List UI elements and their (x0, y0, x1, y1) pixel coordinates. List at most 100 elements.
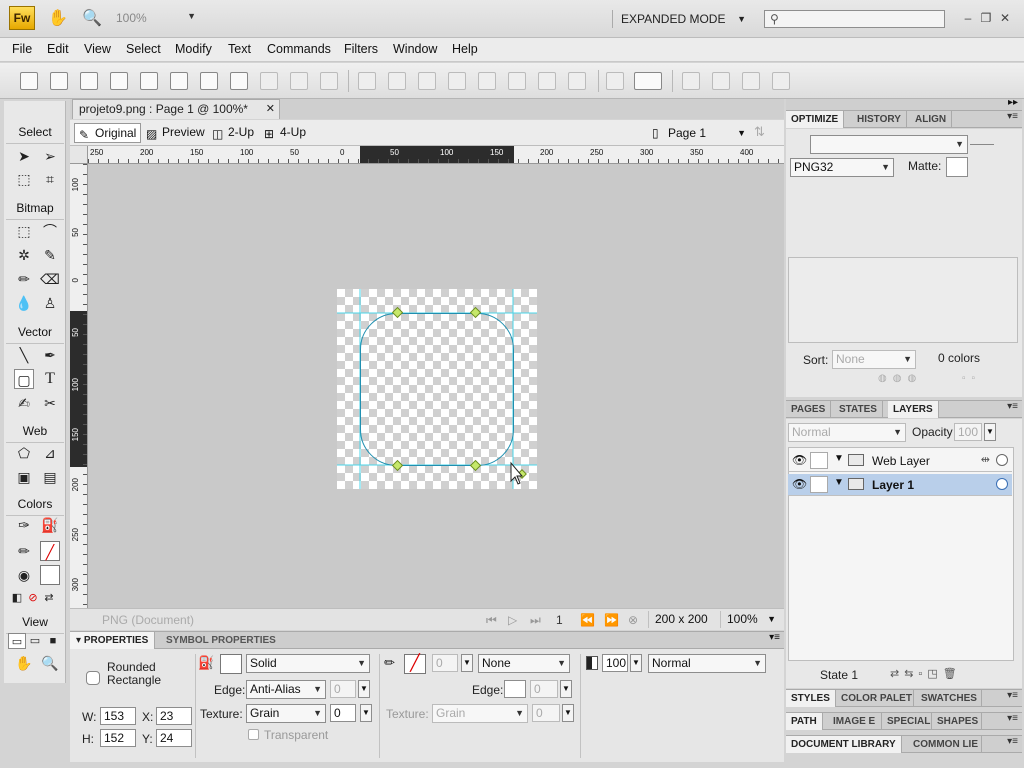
next-frame-icon[interactable]: ⏩ (604, 613, 619, 627)
layer-selector-dot[interactable] (996, 478, 1008, 490)
layer-row[interactable]: 👁 ▼ Layer 1 (788, 474, 1012, 496)
transparent-checkbox[interactable] (248, 729, 259, 740)
swap-colors-icon[interactable]: ⇄ (42, 588, 56, 608)
panel-menu-icon[interactable]: ▾≡ (769, 632, 780, 643)
texture-select[interactable]: Grain ▼ (246, 704, 326, 723)
tab-swatches[interactable]: SWATCHES (916, 690, 982, 707)
document-size[interactable]: 200 x 200 (648, 611, 714, 628)
page-select[interactable]: ▯ Page 1 ▼ (648, 123, 748, 143)
hand-tool-icon[interactable]: ✋ (14, 653, 34, 673)
layer-blend-select[interactable]: Normal ▼ (788, 423, 906, 442)
texture-amount-input[interactable]: 0 (330, 704, 356, 722)
pointer-tool-icon[interactable]: ➤ (14, 146, 34, 166)
tab-image-editing[interactable]: IMAGE E (828, 713, 882, 730)
color-table-tools-icon[interactable]: ◍◍◍ (878, 373, 922, 384)
brush-tool-icon[interactable]: ✎ (40, 245, 60, 265)
fill-type-select[interactable]: Solid ▼ (246, 654, 370, 673)
rotate-cw-icon[interactable] (712, 72, 730, 90)
view-preview-button[interactable]: ▨ Preview (142, 123, 209, 143)
eye-icon[interactable]: 👁 (792, 453, 807, 467)
slice-tool-icon[interactable]: ⊿ (40, 443, 60, 463)
color-table-actions-icon[interactable]: ▫▫ (962, 373, 981, 384)
tab-common-library[interactable]: COMMON LIE (908, 736, 982, 753)
stroke-edge-spinner[interactable]: ▼ (560, 680, 572, 698)
eraser-tool-icon[interactable]: ⌫ (40, 269, 60, 289)
save-icon[interactable] (50, 72, 68, 90)
tab-properties[interactable]: ▾ PROPERTIES (70, 632, 156, 649)
paste-icon[interactable] (320, 72, 338, 90)
layer-selector-dot[interactable] (996, 454, 1008, 466)
crop-tool-icon[interactable]: ⌗ (40, 169, 60, 189)
minimize-button[interactable]: – (960, 10, 976, 26)
full-screen-icon[interactable]: ■ (44, 633, 62, 649)
matte-color-swatch[interactable] (946, 157, 968, 177)
group-icon[interactable] (358, 72, 376, 90)
join-icon[interactable] (418, 72, 436, 90)
tab-symbol-properties[interactable]: SYMBOL PROPERTIES (160, 632, 282, 649)
tab-optimize[interactable]: OPTIMIZE (786, 111, 845, 128)
tab-layers[interactable]: LAYERS (888, 401, 939, 418)
bring-forward-icon[interactable] (508, 72, 526, 90)
opacity-spinner[interactable]: ▼ (630, 654, 642, 672)
distribute-icon[interactable] (606, 72, 624, 90)
stroke-type-select[interactable]: None ▼ (478, 654, 570, 673)
page-tools-icon[interactable]: ⇅ (754, 124, 765, 140)
opacity-input[interactable]: 100 (602, 654, 628, 672)
tab-color-palette[interactable]: COLOR PALET (836, 690, 914, 707)
x-input[interactable]: 23 (156, 707, 192, 725)
paint-bucket-tool-icon[interactable]: ⛽ (40, 515, 60, 535)
cut-icon[interactable] (260, 72, 278, 90)
magic-wand-tool-icon[interactable]: ✲ (14, 245, 34, 265)
copy-icon[interactable] (290, 72, 308, 90)
view-original-button[interactable]: ✎ Original (74, 123, 142, 143)
sort-select[interactable]: None ▼ (832, 350, 916, 369)
eye-icon[interactable]: 👁 (792, 477, 807, 491)
stroke-size-input[interactable]: 0 (432, 654, 458, 672)
fill-color-swatch[interactable] (40, 565, 60, 585)
width-input[interactable]: 153 (100, 707, 136, 725)
stroke-texture-select[interactable]: Grain ▼ (432, 704, 528, 723)
tab-pages[interactable]: PAGES (786, 401, 832, 418)
line-tool-icon[interactable]: ╲ (14, 345, 34, 365)
rubber-stamp-tool-icon[interactable]: ♙ (40, 293, 60, 313)
edge-select[interactable]: Anti-Alias ▼ (246, 680, 326, 699)
marquee-tool-icon[interactable]: ⬚ (14, 221, 34, 241)
flip-vertical-icon[interactable] (772, 72, 790, 90)
menu-view[interactable]: View (84, 42, 111, 56)
export-icon[interactable] (140, 72, 158, 90)
close-button[interactable]: ✕ (997, 10, 1013, 26)
rectangle-tool-icon[interactable]: ▢ (14, 369, 34, 389)
collapse-panels-icon[interactable]: ▸▸ (1008, 97, 1018, 108)
show-slices-icon[interactable]: ▤ (40, 467, 60, 487)
tab-shapes[interactable]: SHAPES (932, 713, 982, 730)
zoom-icon[interactable]: 🔍 (81, 8, 103, 30)
print-icon[interactable] (170, 72, 188, 90)
hand-icon[interactable]: ✋ (47, 8, 69, 30)
tab-special-characters[interactable]: SPECIAL (882, 713, 932, 730)
redo-icon[interactable] (230, 72, 248, 90)
menu-edit[interactable]: Edit (47, 42, 69, 56)
menu-file[interactable]: File (12, 42, 32, 56)
y-input[interactable]: 24 (156, 729, 192, 747)
lasso-tool-icon[interactable]: ⌒ (40, 221, 60, 241)
search-input[interactable]: ⚲ (764, 10, 945, 28)
expand-icon[interactable]: ▼ (834, 453, 844, 464)
zoom-level-select[interactable]: 100% ▼ (720, 611, 778, 628)
fill-color-swatch[interactable] (220, 654, 242, 674)
standard-screen-icon[interactable]: ▭ (8, 633, 26, 649)
tab-styles[interactable]: STYLES (786, 690, 836, 707)
layer-row[interactable]: 👁 ▼ Web Layer ⇹ (788, 450, 1012, 472)
menu-modify[interactable]: Modify (175, 42, 212, 56)
new-document-icon[interactable] (20, 72, 38, 90)
stop-icon[interactable]: ⊗ (628, 613, 638, 627)
freeform-tool-icon[interactable]: ✍ (14, 393, 34, 413)
no-color-icon[interactable]: ⊘ (26, 588, 40, 608)
knife-tool-icon[interactable]: ✂ (40, 393, 60, 413)
optimize-preset-select[interactable]: ▼ (810, 135, 968, 154)
edge-amount-spinner[interactable]: ▼ (358, 680, 370, 698)
undo-icon[interactable] (200, 72, 218, 90)
panel-menu-icon[interactable]: ▾≡ (1007, 401, 1018, 412)
workspace-mode-select[interactable]: EXPANDED MODE ▼ (612, 10, 748, 28)
panel-menu-icon[interactable]: ▾≡ (1007, 690, 1018, 701)
fill-color-icon[interactable]: ◉ (14, 565, 34, 585)
